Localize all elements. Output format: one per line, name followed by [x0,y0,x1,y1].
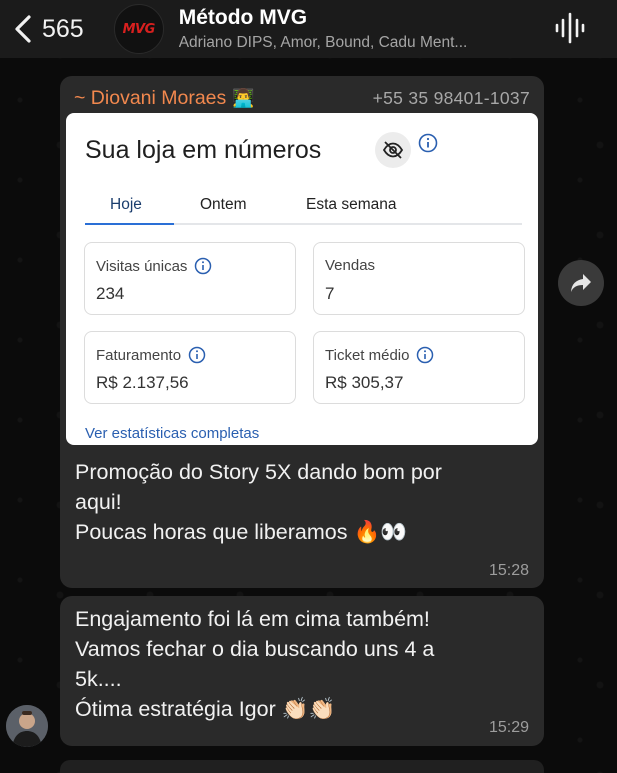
stat-value: R$ 305,37 [325,373,404,392]
group-info[interactable]: Método MVG Adriano DIPS, Amor, Bound, Ca… [179,6,539,52]
tab-hoje[interactable]: Hoje [110,196,142,214]
chat-header: 565 MVG Método MVG Adriano DIPS, Amor, B… [0,0,617,58]
message-line: Promoção do Story 5X dando bom por [75,460,442,484]
full-stats-link[interactable]: Ver estatísticas completas [85,425,259,442]
message-line: 5k.... [75,667,122,691]
stat-vendas: Vendas 7 [313,242,525,315]
voice-waveform-icon[interactable] [553,10,587,46]
message-bubble[interactable]: Engajamento foi lá em cima também! Vamos… [60,596,544,746]
sender-emoji: 👨‍💻 [232,87,255,108]
unread-count: 565 [42,14,84,43]
stat-value: 7 [325,284,335,303]
next-message-edge [60,760,544,773]
message-line: Poucas horas que liberamos 🔥👀 [75,520,408,544]
group-members: Adriano DIPS, Amor, Bound, Cadu Ment... [178,34,468,51]
stat-ticket-medio: Ticket médio R$ 305,37 [313,331,525,404]
forward-arrow-icon [571,274,591,292]
message-line: Engajamento foi lá em cima também! [75,607,430,631]
sender-phone[interactable]: +55 35 98401-1037 [373,88,530,109]
message-line: Vamos fechar o dia buscando uns 4 a [75,637,435,661]
stat-label-text: Ticket médio [325,346,410,364]
eye-slash-icon [382,141,404,159]
info-icon[interactable] [188,346,206,364]
group-avatar-logo: MVG [122,21,156,37]
stat-label: Ticket médio [325,346,434,364]
stat-label: Vendas [325,257,375,274]
tab-esta-semana[interactable]: Esta semana [306,196,396,214]
stat-visitas: Visitas únicas 234 [84,242,296,315]
stat-value: 234 [96,284,125,303]
stat-value: R$ 2.137,56 [96,373,189,392]
sender-name[interactable]: ~ Diovani Moraes [74,87,226,109]
message-text: Engajamento foi lá em cima também! Vamos… [75,604,531,724]
chevron-left-icon [15,15,31,43]
person-avatar-image [6,705,48,747]
message-bubble[interactable]: ~ Diovani Moraes 👨‍💻 +55 35 98401-1037 Su… [60,76,544,588]
active-tab-indicator [85,223,174,225]
hide-values-button[interactable] [375,132,411,168]
period-tabs: Hoje Ontem Esta semana [85,193,522,225]
message-time: 15:28 [488,562,529,579]
tab-ontem[interactable]: Ontem [200,196,247,214]
stat-label-text: Faturamento [96,346,182,364]
sender-row: ~ Diovani Moraes 👨‍💻 +55 35 98401-1037 [74,86,530,110]
stat-label: Faturamento [96,346,206,364]
back-button[interactable]: 565 [12,7,84,51]
info-icon[interactable] [416,346,434,364]
group-avatar[interactable]: MVG [113,4,164,54]
stat-label-text: Visitas únicas [96,257,188,275]
info-icon[interactable] [418,133,438,153]
sender: ~ Diovani Moraes 👨‍💻 [74,87,255,110]
stat-label: Visitas únicas [96,257,212,275]
group-name: Método MVG [178,6,308,29]
info-icon[interactable] [194,257,212,275]
message-line: aqui! [75,490,122,514]
store-stats-image[interactable]: Sua loja em números Hoje Ontem Esta sema… [66,113,538,445]
card-title: Sua loja em números [85,136,322,164]
stat-label-text: Vendas [325,257,376,274]
sender-avatar[interactable] [6,705,48,747]
forward-button[interactable] [558,260,604,306]
message-time: 15:29 [488,719,529,736]
message-text: Promoção do Story 5X dando bom por aqui!… [75,457,531,547]
stat-faturamento: Faturamento R$ 2.137,56 [84,331,296,404]
message-line: Ótima estratégia Igor 👏🏻👏🏻 [75,697,336,721]
